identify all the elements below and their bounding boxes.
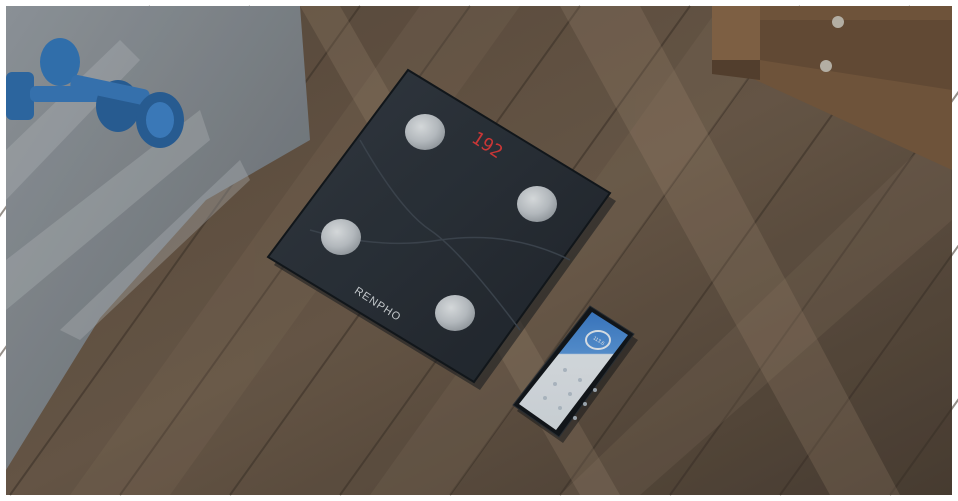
electrode-right [517, 186, 557, 222]
product-photo: 192 RENPHO 113.6 [0, 0, 958, 501]
electrode-top-left [405, 114, 445, 150]
photo-frame: 192 RENPHO 113.6 [0, 0, 958, 501]
electrode-left [321, 219, 361, 255]
electrode-bottom [435, 295, 475, 331]
